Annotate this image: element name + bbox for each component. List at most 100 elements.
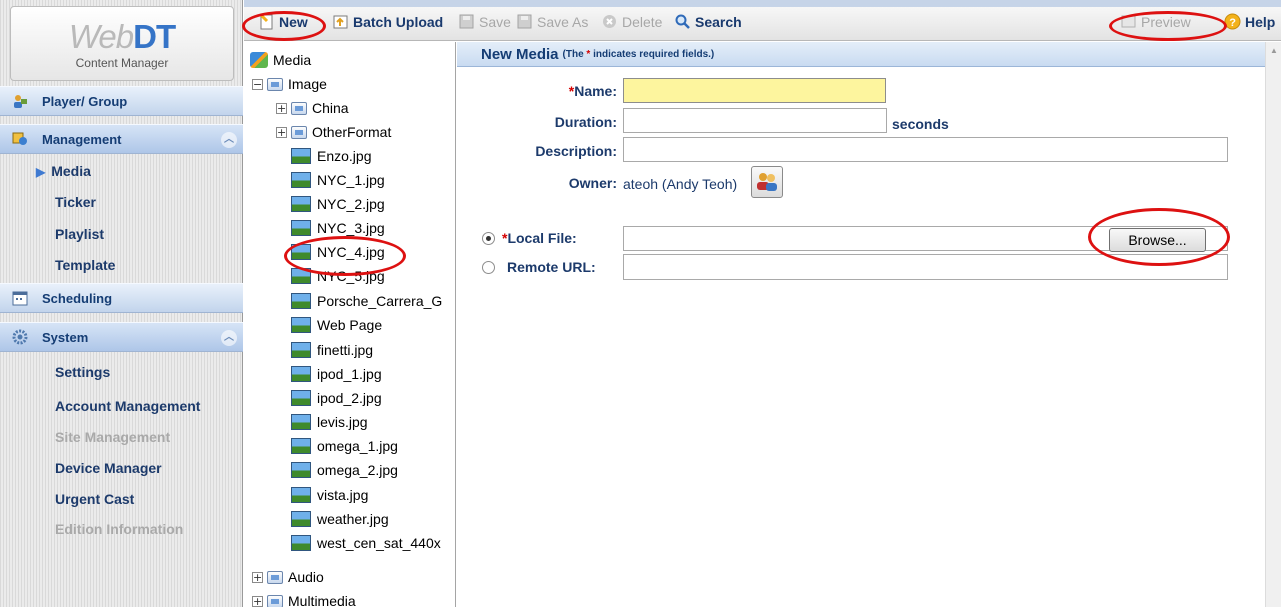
- app-subtitle: Content Manager: [75, 56, 169, 70]
- tree-file[interactable]: NYC_3.jpg: [291, 218, 385, 238]
- image-file-icon: [291, 148, 311, 164]
- image-file-icon: [291, 268, 311, 284]
- chevron-up-icon[interactable]: ︿: [221, 330, 237, 346]
- remote-url-label: Remote URL:: [507, 259, 596, 275]
- tree-file[interactable]: levis.jpg: [291, 412, 368, 432]
- scroll-up-icon[interactable]: ▲: [1270, 46, 1278, 55]
- description-input[interactable]: [623, 137, 1228, 162]
- tree-file-label: NYC_2.jpg: [317, 196, 385, 212]
- owner-value: ateoh (Andy Teoh): [623, 176, 738, 192]
- vertical-scrollbar[interactable]: ▲: [1265, 42, 1281, 607]
- save-as-button[interactable]: Save As: [516, 13, 588, 30]
- section-player-group-label: Player/ Group: [42, 93, 128, 109]
- gear-icon: [12, 329, 28, 345]
- tree-file[interactable]: NYC_4.jpg: [291, 242, 385, 262]
- section-management[interactable]: Management ︿: [0, 124, 243, 154]
- toolbar: New Batch Upload Save Save As Delete Sea…: [244, 0, 1281, 41]
- sidebar-item-media-label: Media: [51, 163, 91, 179]
- save-as-button-label: Save As: [537, 13, 589, 30]
- sidebar-item-media[interactable]: ▶ Media: [36, 163, 91, 179]
- image-file-icon: [291, 511, 311, 527]
- tree-file[interactable]: ipod_2.jpg: [291, 388, 382, 408]
- collapse-icon[interactable]: −: [252, 78, 263, 90]
- image-file-icon: [291, 438, 311, 454]
- sidebar-item-site-management: Site Management: [55, 429, 171, 445]
- expand-icon[interactable]: +: [276, 102, 287, 114]
- tree-node-china[interactable]: + China: [276, 98, 349, 118]
- tree-file[interactable]: Porsche_Carrera_G: [291, 291, 442, 311]
- tree-file[interactable]: Web Page: [291, 315, 382, 335]
- tree-file[interactable]: vista.jpg: [291, 485, 368, 505]
- help-button[interactable]: ? Help: [1224, 13, 1275, 30]
- delete-button[interactable]: Delete: [601, 13, 662, 30]
- tree-file[interactable]: weather.jpg: [291, 509, 389, 529]
- image-file-icon: [291, 487, 311, 503]
- tree-file-label: Web Page: [317, 317, 383, 333]
- tree-file[interactable]: Enzo.jpg: [291, 146, 371, 166]
- selected-arrow-icon: ▶: [36, 165, 46, 179]
- delete-icon: [603, 15, 616, 28]
- search-icon: [675, 14, 690, 29]
- sidebar-item-template[interactable]: Template: [55, 257, 115, 273]
- tree-file[interactable]: west_cen_sat_440x: [291, 533, 441, 553]
- tree-node-multimedia[interactable]: + Multimedia: [252, 591, 356, 607]
- help-icon: ?: [1224, 13, 1241, 30]
- remote-url-radio[interactable]: [482, 261, 495, 274]
- tree-file-label: NYC_5.jpg: [317, 268, 385, 284]
- expand-icon[interactable]: +: [252, 595, 263, 607]
- tree-node-label: Image: [288, 76, 327, 92]
- tree-file[interactable]: ipod_1.jpg: [291, 364, 382, 384]
- expand-icon[interactable]: +: [276, 126, 287, 138]
- tree-file[interactable]: NYC_1.jpg: [291, 170, 385, 190]
- sidebar-item-account-management[interactable]: Account Management: [55, 398, 200, 414]
- remote-url-input[interactable]: [623, 254, 1228, 280]
- save-icon: [459, 14, 474, 29]
- folder-icon: [291, 125, 307, 139]
- sidebar-item-urgent-cast[interactable]: Urgent Cast: [55, 491, 134, 507]
- select-owner-button[interactable]: [751, 166, 783, 198]
- panel-header: New Media (The * indicates required fiel…: [457, 42, 1265, 67]
- tree-file[interactable]: omega_2.jpg: [291, 460, 398, 480]
- description-label: Description:: [535, 143, 617, 159]
- local-file-radio[interactable]: [482, 232, 495, 245]
- search-button[interactable]: Search: [674, 13, 742, 30]
- sidebar-item-playlist[interactable]: Playlist: [55, 226, 104, 242]
- section-management-label: Management: [42, 131, 122, 147]
- section-player-group[interactable]: Player/ Group: [0, 86, 243, 116]
- tree-file[interactable]: NYC_5.jpg: [291, 266, 385, 286]
- tree-file[interactable]: finetti.jpg: [291, 340, 373, 360]
- help-button-label: Help: [1245, 13, 1276, 30]
- expand-icon[interactable]: +: [252, 571, 263, 583]
- section-scheduling-label: Scheduling: [42, 290, 113, 306]
- tree-file[interactable]: omega_1.jpg: [291, 436, 398, 456]
- section-scheduling[interactable]: Scheduling: [0, 283, 243, 313]
- save-button[interactable]: Save: [458, 13, 511, 30]
- batch-upload-button[interactable]: Batch Upload: [332, 13, 443, 30]
- sidebar-item-settings[interactable]: Settings: [55, 364, 110, 380]
- tree-node-audio[interactable]: + Audio: [252, 567, 324, 587]
- duration-input[interactable]: [623, 108, 887, 133]
- tree-file-label: NYC_1.jpg: [317, 172, 385, 188]
- preview-button[interactable]: Preview: [1120, 13, 1191, 30]
- tree-node-image[interactable]: − Image: [252, 74, 327, 94]
- batch-upload-icon: [333, 15, 348, 29]
- panel-title: New Media: [481, 45, 559, 63]
- new-media-panel: New Media (The * indicates required fiel…: [457, 42, 1265, 607]
- tree-node-otherformat[interactable]: + OtherFormat: [276, 122, 391, 142]
- browse-button[interactable]: Browse...: [1109, 228, 1206, 252]
- name-input[interactable]: [623, 78, 886, 103]
- new-button[interactable]: New: [258, 13, 308, 30]
- image-file-icon: [291, 317, 311, 333]
- tree-file[interactable]: NYC_2.jpg: [291, 194, 385, 214]
- tree-file-label: omega_2.jpg: [317, 462, 398, 478]
- folder-icon: [291, 101, 307, 115]
- sidebar-item-ticker[interactable]: Ticker: [55, 194, 96, 210]
- sidebar-item-device-manager[interactable]: Device Manager: [55, 460, 162, 476]
- section-system[interactable]: System ︿: [0, 322, 243, 352]
- chevron-up-icon[interactable]: ︿: [221, 132, 237, 148]
- brand-bold-text: DT: [133, 18, 176, 55]
- webdt-logo: WebDT Content Manager: [10, 6, 234, 81]
- owner-label: Owner:: [568, 175, 617, 191]
- tree-node-media-root[interactable]: Media: [250, 50, 311, 70]
- media-tree: Media − Image + China + OtherFormat Enzo…: [244, 42, 456, 607]
